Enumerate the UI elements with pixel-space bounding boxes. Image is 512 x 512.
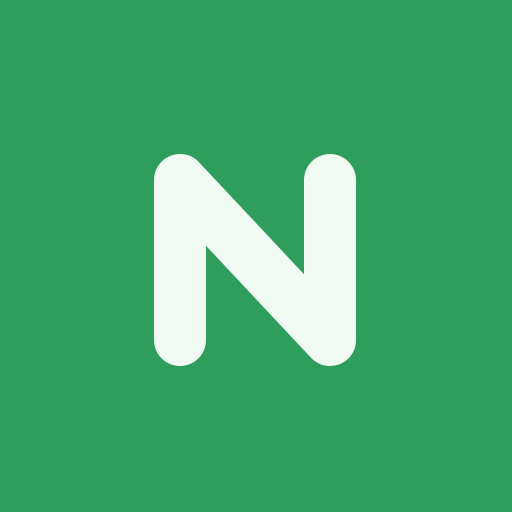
n-letter-logo-icon (154, 154, 356, 366)
app-icon-tile: N (0, 0, 512, 512)
n-letter-glyph (154, 154, 356, 366)
